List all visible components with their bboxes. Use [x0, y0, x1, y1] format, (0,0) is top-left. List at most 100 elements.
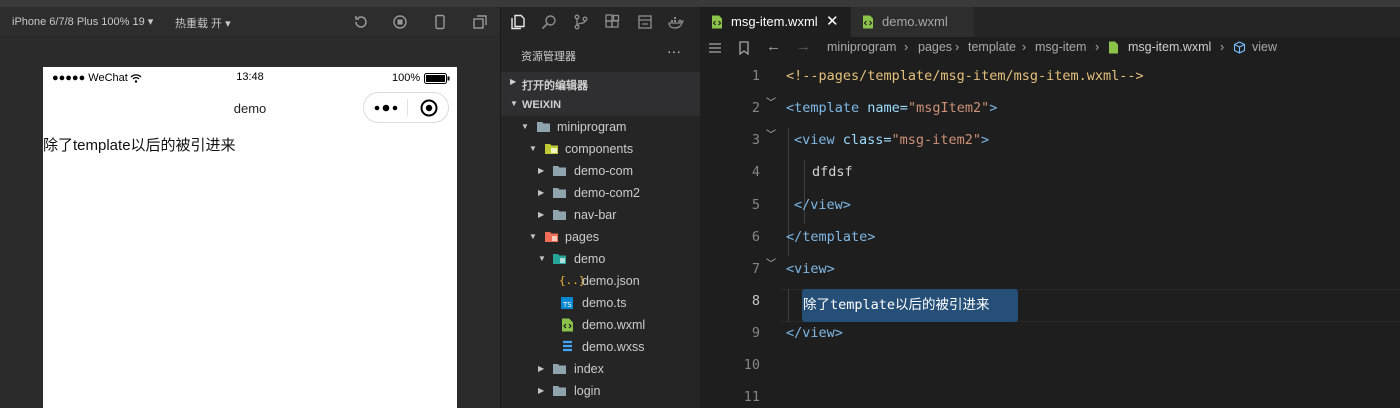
more-dots-icon[interactable]	[374, 102, 398, 114]
rotate-icon[interactable]	[353, 14, 369, 30]
tree-item-demo-com2[interactable]: ▶ demo-com2	[501, 182, 701, 204]
line-number: 4	[751, 164, 760, 180]
stop-icon[interactable]	[392, 14, 408, 30]
tree-item-demo-wxss[interactable]: demo.wxss	[501, 336, 701, 358]
close-icon[interactable]: ✕	[826, 12, 839, 30]
tab-label: demo.wxml	[882, 14, 948, 29]
devtools-window: iPhone 6/7/8 Plus 100% 19 ▾ 热重载 开 ▾ ●●●●…	[0, 0, 1400, 408]
hot-reload-label: 热重载 开	[175, 18, 223, 30]
code-tag: </view>	[794, 197, 851, 213]
battery-icon	[424, 73, 450, 84]
mini-program-nav-bar: demo	[43, 89, 457, 129]
code-line-6: </template>	[786, 229, 875, 245]
device-selector[interactable]: iPhone 6/7/8 Plus 100% 19 ▾	[12, 15, 153, 28]
search-icon[interactable]	[541, 14, 557, 30]
breadcrumb-item[interactable]: pages	[918, 40, 952, 54]
page-content-text: 除了template以后的被引进来	[43, 137, 236, 154]
chevron-right-icon: ▶	[510, 77, 517, 86]
code-tag: >	[989, 100, 998, 116]
capsule-menu[interactable]	[363, 92, 449, 123]
chevron-right-icon: ▶	[538, 210, 545, 219]
tree-item-label: demo.ts	[582, 296, 627, 310]
code-line-4: dfdsf	[812, 164, 853, 180]
source-control-icon[interactable]	[573, 14, 589, 30]
chevron-down-icon: ▼	[529, 232, 537, 241]
tree-item-index[interactable]: ▶ index	[501, 358, 701, 380]
open-editors-label: 打开的编辑器	[522, 80, 588, 92]
line-number: 8	[751, 293, 760, 309]
fold-chevron-icon[interactable]: ﹀	[766, 94, 776, 109]
fold-chevron-icon[interactable]: ﹀	[766, 126, 776, 141]
line-number: 5	[751, 197, 760, 213]
chevron-right-icon: ›	[904, 40, 909, 54]
breadcrumb-item[interactable]: msg-item.wxml	[1128, 40, 1211, 54]
code-text: 除了template以后的被引进来	[803, 297, 990, 313]
pages-folder-icon	[545, 232, 558, 242]
editor-tabs: msg-item.wxml ✕ demo.wxml	[700, 7, 1400, 37]
tree-item-miniprogram[interactable]: ▼ miniprogram	[501, 116, 701, 138]
breadcrumb-item[interactable]: msg-item	[1035, 40, 1086, 54]
list-icon[interactable]	[708, 42, 722, 54]
code-line-8: 除了template以后的被引进来	[803, 293, 990, 313]
folder-icon	[553, 364, 566, 374]
wxml-file-icon	[1109, 41, 1118, 54]
close-miniprogram-icon[interactable]	[419, 98, 439, 118]
battery-percent: 100%	[392, 72, 421, 84]
chevron-right-icon: ›	[1022, 40, 1027, 54]
tree-item-login[interactable]: ▶ login	[501, 380, 701, 402]
phone-screen: ●●●●● WeChat 13:48 100% demo 除了template以…	[43, 67, 457, 408]
tree-item-demo-com[interactable]: ▶ demo-com	[501, 160, 701, 182]
chevron-right-icon: ▶	[538, 166, 545, 175]
tree-item-demo-wxml[interactable]: demo.wxml	[501, 314, 701, 336]
tree-item-label: login	[574, 384, 601, 398]
code-area[interactable]: 1 2 3 4 5 6 7 8 9 10 11 ﹀ ﹀ ﹀ <!--pages/…	[700, 60, 1400, 408]
wxss-file-icon	[563, 340, 572, 352]
docker-icon[interactable]	[668, 14, 684, 30]
tree-item-demo[interactable]: ▼ demo	[501, 248, 701, 270]
tree-item-nav-bar[interactable]: ▶ nav-bar	[501, 204, 701, 226]
phone-status-bar: ●●●●● WeChat 13:48 100%	[43, 67, 457, 89]
workspace-section[interactable]: ▼ WEIXIN	[501, 94, 701, 116]
breadcrumb-item[interactable]: view	[1252, 40, 1277, 54]
files-icon[interactable]	[510, 14, 526, 30]
line-number: 7	[751, 261, 760, 277]
json-file-icon: {..}	[559, 274, 586, 287]
tab-msg-item-wxml[interactable]: msg-item.wxml ✕	[700, 7, 850, 37]
forward-arrow-icon[interactable]: →	[796, 38, 811, 55]
back-arrow-icon[interactable]: ←	[766, 38, 781, 55]
explorer-more-button[interactable]: ···	[667, 43, 681, 59]
code-tag: </template>	[786, 229, 876, 245]
detach-window-icon[interactable]	[472, 14, 488, 30]
tree-item-demo-ts[interactable]: TS demo.ts	[501, 292, 701, 314]
line-number: 6	[751, 229, 760, 245]
breadcrumb-item[interactable]: template	[968, 40, 1016, 54]
line-number: 2	[751, 100, 760, 116]
preview-icon[interactable]	[637, 14, 653, 30]
code-tag: <view>	[786, 261, 835, 277]
code-line-5: </view>	[794, 197, 851, 213]
open-editors-section[interactable]: ▶ 打开的编辑器	[501, 72, 701, 94]
breadcrumb-item[interactable]: miniprogram	[827, 40, 896, 54]
tab-demo-wxml[interactable]: demo.wxml	[851, 7, 974, 37]
code-line-9: </view>	[786, 325, 843, 341]
capsule-divider	[407, 99, 408, 116]
code-tag: <template	[786, 100, 860, 116]
extensions-icon[interactable]	[604, 14, 620, 30]
line-number: 10	[743, 357, 760, 373]
folder-icon	[553, 210, 566, 220]
wxml-file-icon	[712, 15, 722, 29]
tree-item-demo-json[interactable]: {..} demo.json	[501, 270, 701, 292]
hot-reload-toggle[interactable]: 热重载 开 ▾	[175, 15, 231, 31]
bookmark-icon[interactable]	[738, 41, 750, 55]
tree-item-pages[interactable]: ▼ pages	[501, 226, 701, 248]
workspace-label: WEIXIN	[522, 99, 562, 111]
chevron-down-icon: ▼	[529, 144, 537, 153]
tree-item-label: demo-com	[574, 164, 634, 178]
fold-chevron-icon[interactable]: ﹀	[766, 255, 776, 270]
folder-icon	[553, 386, 566, 396]
breadcrumb: ← → miniprogram › pages › template › msg…	[700, 37, 1400, 59]
tree-item-components[interactable]: ▼ components	[501, 138, 701, 160]
phone-icon[interactable]	[432, 14, 448, 30]
code-tag: </view>	[786, 325, 843, 341]
code-attr: class=	[834, 132, 892, 148]
